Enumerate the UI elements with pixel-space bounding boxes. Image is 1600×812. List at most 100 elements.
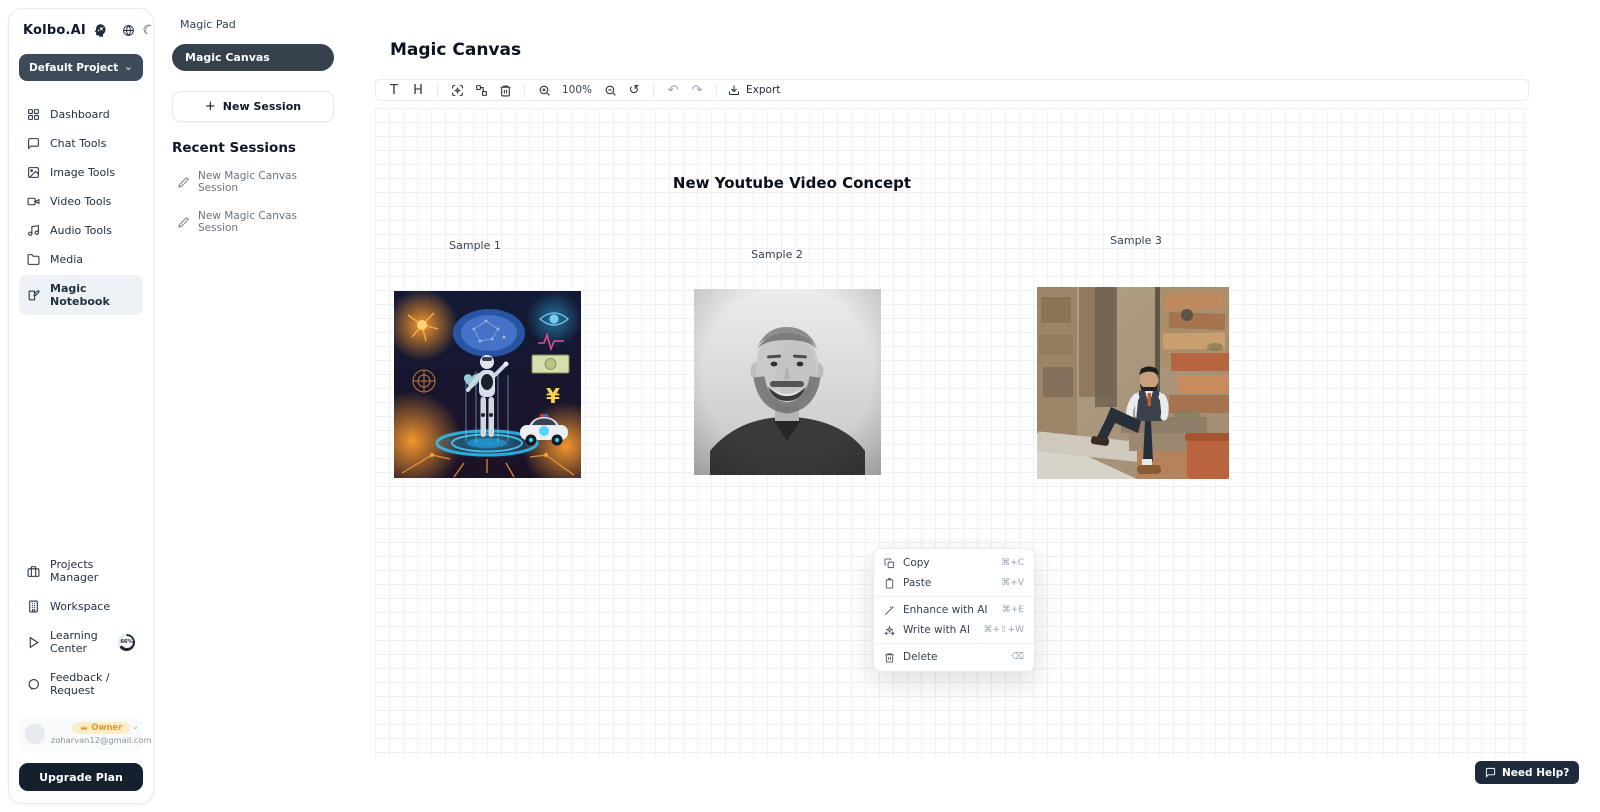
new-session-button[interactable]: + New Session xyxy=(172,91,334,122)
recent-session-item[interactable]: New Magic Canvas Session xyxy=(172,168,334,196)
chat-icon xyxy=(27,137,40,150)
delete-tool-button[interactable] xyxy=(493,80,517,100)
context-menu-label: Delete xyxy=(903,651,938,663)
project-selector[interactable]: Default Project ⌄ xyxy=(19,54,143,81)
sidebar-item-image-tools[interactable]: Image Tools xyxy=(19,159,143,186)
zoom-out-icon xyxy=(604,84,617,97)
context-menu-item-write-with-ai[interactable]: Write with AI ⌘+⇧+W xyxy=(874,620,1034,640)
user-email: zoharvan12@gmail.com xyxy=(51,735,152,745)
context-menu-label: Write with AI xyxy=(903,624,970,636)
sample-3-label[interactable]: Sample 3 xyxy=(1110,234,1162,247)
learning-progress-value: 66% xyxy=(121,636,133,648)
sample-image-2-portrait[interactable] xyxy=(694,289,881,475)
redo-button[interactable]: ↷ xyxy=(685,80,709,100)
undo-button[interactable]: ↶ xyxy=(661,80,685,100)
tab-magic-canvas[interactable]: Magic Canvas xyxy=(172,44,334,71)
shortcut: ⌘+V xyxy=(1001,578,1024,588)
toolbar-divider xyxy=(437,84,438,97)
canvas-toolbar: T H 100% ↺ ↶ ↷ Export xyxy=(375,79,1529,101)
user-account-card[interactable]: Owner zoharvan12@gmail.com ⌄ xyxy=(19,716,143,751)
context-menu-label: Copy xyxy=(903,557,930,569)
sidebar-item-magic-notebook[interactable]: Magic Notebook xyxy=(19,275,143,315)
plus-icon: + xyxy=(205,99,216,114)
tab-magic-pad[interactable]: Magic Pad xyxy=(172,14,334,35)
sidebar-item-label: Projects Manager xyxy=(50,558,135,584)
copy-icon xyxy=(884,558,895,569)
context-menu-item-enhance-with-ai[interactable]: Enhance with AI ⌘+E xyxy=(874,600,1034,620)
learning-progress-ring: 66% xyxy=(118,634,135,651)
language-globe-icon[interactable] xyxy=(122,24,135,37)
sidebar-item-dashboard[interactable]: Dashboard xyxy=(19,101,143,128)
text-tool-button[interactable]: T xyxy=(382,80,406,100)
help-chat-icon xyxy=(1485,767,1496,778)
sidebar-item-label: Feedback / Request xyxy=(50,671,135,697)
toolbar-divider xyxy=(524,84,525,97)
context-menu-label: Paste xyxy=(903,577,931,589)
trash-icon xyxy=(499,84,512,97)
sample-2-label[interactable]: Sample 2 xyxy=(751,248,803,261)
need-help-label: Need Help? xyxy=(1502,767,1569,779)
sidebar-item-label: Audio Tools xyxy=(50,224,112,237)
sidebar-item-video-tools[interactable]: Video Tools xyxy=(19,188,143,215)
sample-image-1-ai-robot[interactable]: ¥ xyxy=(394,291,581,478)
board-title-text[interactable]: New Youtube Video Concept xyxy=(673,174,911,192)
owner-badge: Owner xyxy=(72,722,130,734)
sidebar-item-projects-manager[interactable]: Projects Manager xyxy=(19,551,143,591)
zoom-out-button[interactable] xyxy=(598,80,622,100)
sidebar-item-label: Dashboard xyxy=(50,108,110,121)
sidebar-item-label: Learning Center xyxy=(50,629,106,655)
sidebar-item-feedback-request[interactable]: Feedback / Request xyxy=(19,664,143,704)
context-menu-divider xyxy=(874,596,1034,597)
sidebar-item-media[interactable]: Media xyxy=(19,246,143,273)
session-panel: Magic Pad Magic Canvas + New Session Rec… xyxy=(158,0,348,812)
magic-canvas-board[interactable]: New Youtube Video Concept Sample 1 Sampl… xyxy=(375,108,1529,758)
reset-rotation-button[interactable]: ↺ xyxy=(622,80,646,100)
project-selector-label: Default Project xyxy=(29,62,118,74)
brand-row: Kolbo.AI ☾ xyxy=(19,23,143,38)
export-button[interactable]: Export xyxy=(724,84,784,96)
dark-mode-moon-icon[interactable]: ☾ xyxy=(140,22,156,39)
context-menu-item-paste[interactable]: Paste ⌘+V xyxy=(874,573,1034,593)
context-menu-item-delete[interactable]: Delete ⌫ xyxy=(874,647,1034,667)
recent-session-item[interactable]: New Magic Canvas Session xyxy=(172,208,334,236)
toolbar-divider xyxy=(716,84,717,97)
trash-icon xyxy=(884,652,895,663)
context-menu-item-copy[interactable]: Copy ⌘+C xyxy=(874,553,1034,573)
sidebar-item-learning-center[interactable]: Learning Center 66% xyxy=(19,622,143,662)
shortcut: ⌘+C xyxy=(1001,558,1024,568)
recent-session-label: New Magic Canvas Session xyxy=(198,210,328,234)
feedback-bubble-icon xyxy=(27,678,40,691)
sidebar-item-audio-tools[interactable]: Audio Tools xyxy=(19,217,143,244)
user-card-chevron-icon: ⌄ xyxy=(132,722,139,731)
zoom-in-button[interactable] xyxy=(532,80,556,100)
heading-tool-button[interactable]: H xyxy=(406,80,430,100)
briefcase-icon xyxy=(27,565,40,578)
folder-icon xyxy=(27,253,40,266)
pencil-icon xyxy=(178,177,189,188)
sample-image-3-ruins[interactable] xyxy=(1037,287,1229,479)
ai-select-button[interactable] xyxy=(445,80,469,100)
connector-tool-button[interactable] xyxy=(469,80,493,100)
primary-nav: Dashboard Chat Tools Image Tools Video T… xyxy=(19,101,143,315)
new-session-label: New Session xyxy=(223,100,301,113)
notebook-pen-icon xyxy=(27,289,40,302)
dashboard-icon xyxy=(27,108,40,121)
context-menu-label: Enhance with AI xyxy=(903,604,988,616)
zoom-level[interactable]: 100% xyxy=(556,84,598,96)
upgrade-plan-button[interactable]: Upgrade Plan xyxy=(19,763,143,791)
sidebar-item-workspace[interactable]: Workspace xyxy=(19,593,143,620)
sample-1-label[interactable]: Sample 1 xyxy=(449,239,501,252)
owner-badge-label: Owner xyxy=(91,723,122,733)
sidebar-item-label: Media xyxy=(50,253,83,266)
chevron-down-icon: ⌄ xyxy=(124,64,133,71)
crown-icon xyxy=(80,724,88,732)
sidebar-item-label: Video Tools xyxy=(50,195,111,208)
audio-icon xyxy=(27,224,40,237)
sidebar-bottom-nav: Projects Manager Workspace Learning Cent… xyxy=(19,551,143,791)
recent-sessions-heading: Recent Sessions xyxy=(172,140,334,156)
sidebar-item-chat-tools[interactable]: Chat Tools xyxy=(19,130,143,157)
need-help-button[interactable]: Need Help? xyxy=(1475,761,1579,784)
clipboard-icon xyxy=(884,578,895,589)
magic-wand-icon xyxy=(884,605,895,616)
video-icon xyxy=(27,195,40,208)
